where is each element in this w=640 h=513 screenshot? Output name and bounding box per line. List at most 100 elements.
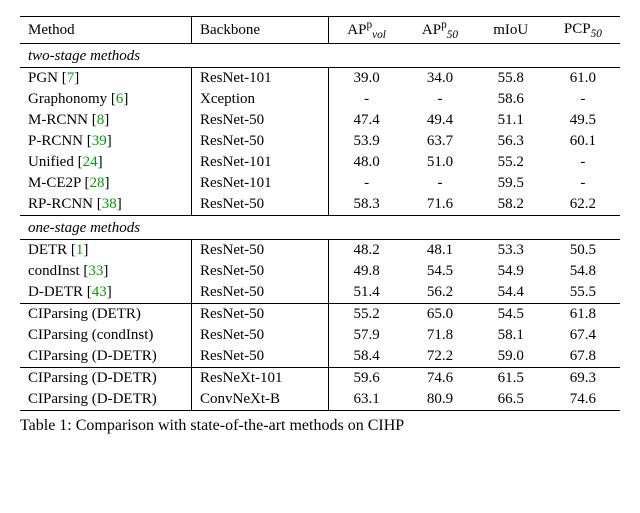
table-row: M-CE2P [28]ResNet-101--59.5- (20, 173, 620, 194)
section-header: one-stage methods (20, 216, 620, 240)
citation-link[interactable]: 28 (90, 175, 105, 191)
cell-method: M-CE2P [28] (20, 173, 192, 194)
col-miou: mIoU (476, 17, 546, 44)
table-row: PGN [7]ResNet-10139.034.055.861.0 (20, 68, 620, 90)
cell-backbone: ResNet-50 (192, 325, 329, 346)
cell-method: CIParsing (D-DETR) (20, 346, 192, 368)
col-ap-vol: APpvol (329, 17, 405, 44)
citation-link[interactable]: 7 (67, 70, 75, 86)
cell-ap-vol: - (329, 89, 405, 110)
cell-ap-vol: 53.9 (329, 131, 405, 152)
cell-ap-50: 80.9 (404, 389, 476, 411)
table-row: condInst [33]ResNet-5049.854.554.954.8 (20, 261, 620, 282)
cell-pcp: 50.5 (546, 240, 620, 262)
cell-backbone: ResNet-50 (192, 240, 329, 262)
cell-pcp: - (546, 152, 620, 173)
cell-miou: 53.3 (476, 240, 546, 262)
cell-ap-50: 72.2 (404, 346, 476, 368)
cell-backbone: ResNet-101 (192, 152, 329, 173)
cell-method: CIParsing (DETR) (20, 304, 192, 326)
cell-pcp: 67.4 (546, 325, 620, 346)
cell-backbone: ResNeXt-101 (192, 368, 329, 390)
cell-backbone: ResNet-50 (192, 131, 329, 152)
cell-ap-vol: 48.2 (329, 240, 405, 262)
table-row: D-DETR [43]ResNet-5051.456.254.455.5 (20, 282, 620, 304)
section-header: two-stage methods (20, 44, 620, 68)
table-row: CIParsing (D-DETR)ResNet-5058.472.259.06… (20, 346, 620, 368)
cell-ap-vol: 57.9 (329, 325, 405, 346)
table-row: CIParsing (D-DETR)ResNeXt-10159.674.661.… (20, 368, 620, 390)
cell-method: M-RCNN [8] (20, 110, 192, 131)
citation-link[interactable]: 1 (76, 242, 84, 258)
cell-pcp: 60.1 (546, 131, 620, 152)
cell-backbone: ResNet-101 (192, 173, 329, 194)
cell-method: P-RCNN [39] (20, 131, 192, 152)
cell-method: CIParsing (D-DETR) (20, 368, 192, 390)
cell-ap-50: 74.6 (404, 368, 476, 390)
col-method: Method (20, 17, 192, 44)
cell-pcp: 61.8 (546, 304, 620, 326)
citation-link[interactable]: 33 (88, 263, 103, 279)
cell-ap-vol: 58.4 (329, 346, 405, 368)
cell-pcp: 67.8 (546, 346, 620, 368)
cell-pcp: 74.6 (546, 389, 620, 411)
cell-method: PGN [7] (20, 68, 192, 90)
table-row: CIParsing (DETR)ResNet-5055.265.054.561.… (20, 304, 620, 326)
table-row: P-RCNN [39]ResNet-5053.963.756.360.1 (20, 131, 620, 152)
cell-ap-vol: 49.8 (329, 261, 405, 282)
cell-miou: 61.5 (476, 368, 546, 390)
cell-ap-50: 71.6 (404, 194, 476, 216)
cell-backbone: ResNet-50 (192, 194, 329, 216)
cell-backbone: ResNet-101 (192, 68, 329, 90)
cell-pcp: 55.5 (546, 282, 620, 304)
cell-ap-vol: 58.3 (329, 194, 405, 216)
cell-backbone: Xception (192, 89, 329, 110)
cell-miou: 54.9 (476, 261, 546, 282)
cell-miou: 58.1 (476, 325, 546, 346)
cell-pcp: - (546, 173, 620, 194)
citation-link[interactable]: 6 (116, 91, 124, 107)
cell-ap-vol: 39.0 (329, 68, 405, 90)
cell-backbone: ConvNeXt-B (192, 389, 329, 411)
cell-ap-vol: 63.1 (329, 389, 405, 411)
citation-link[interactable]: 43 (92, 284, 107, 300)
table-row: DETR [1]ResNet-5048.248.153.350.5 (20, 240, 620, 262)
table-caption: Table 1: Comparison with state-of-the-ar… (20, 417, 620, 435)
cell-method: D-DETR [43] (20, 282, 192, 304)
cell-backbone: ResNet-50 (192, 304, 329, 326)
cell-ap-vol: 55.2 (329, 304, 405, 326)
cell-ap-50: 65.0 (404, 304, 476, 326)
cell-ap-50: 54.5 (404, 261, 476, 282)
table-row: RP-RCNN [38]ResNet-5058.371.658.262.2 (20, 194, 620, 216)
cell-ap-50: - (404, 89, 476, 110)
cell-method: CIParsing (D-DETR) (20, 389, 192, 411)
cell-method: Unified [24] (20, 152, 192, 173)
citation-link[interactable]: 39 (92, 133, 107, 149)
cell-pcp: 54.8 (546, 261, 620, 282)
cell-backbone: ResNet-50 (192, 282, 329, 304)
cell-ap-vol: 47.4 (329, 110, 405, 131)
cell-ap-50: 34.0 (404, 68, 476, 90)
cell-miou: 66.5 (476, 389, 546, 411)
citation-link[interactable]: 8 (97, 112, 105, 128)
cell-ap-50: 48.1 (404, 240, 476, 262)
table-row: Unified [24]ResNet-10148.051.055.2- (20, 152, 620, 173)
cell-ap-vol: - (329, 173, 405, 194)
cell-pcp: - (546, 89, 620, 110)
col-pcp: PCP50 (546, 17, 620, 44)
cell-pcp: 61.0 (546, 68, 620, 90)
citation-link[interactable]: 24 (83, 154, 98, 170)
cell-ap-50: 71.8 (404, 325, 476, 346)
cell-backbone: ResNet-50 (192, 110, 329, 131)
cell-backbone: ResNet-50 (192, 261, 329, 282)
col-ap-50: APp50 (404, 17, 476, 44)
cell-miou: 58.6 (476, 89, 546, 110)
cell-pcp: 69.3 (546, 368, 620, 390)
cell-miou: 55.2 (476, 152, 546, 173)
table-row: M-RCNN [8]ResNet-5047.449.451.149.5 (20, 110, 620, 131)
cell-miou: 59.5 (476, 173, 546, 194)
citation-link[interactable]: 38 (102, 196, 117, 212)
cell-miou: 54.4 (476, 282, 546, 304)
cell-ap-50: 63.7 (404, 131, 476, 152)
cell-miou: 55.8 (476, 68, 546, 90)
